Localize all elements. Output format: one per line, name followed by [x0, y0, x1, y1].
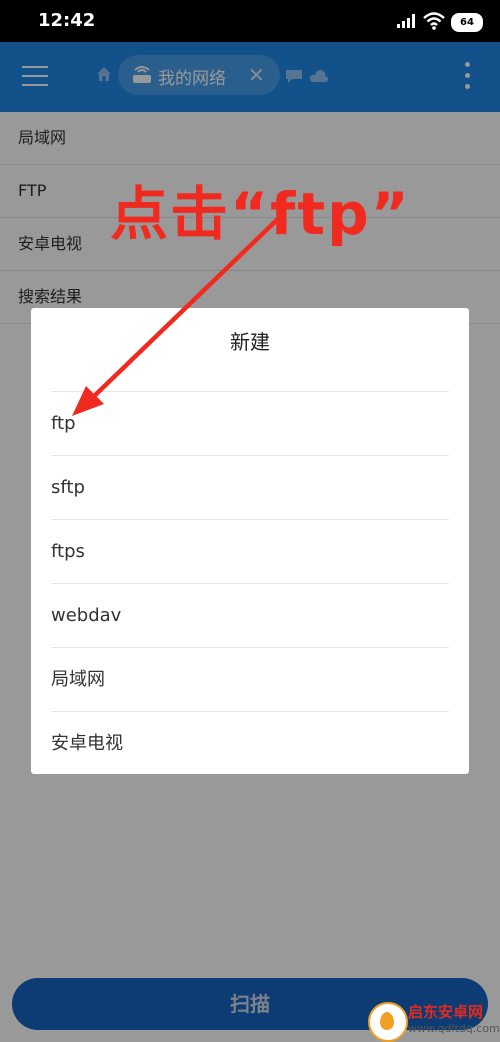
watermark-title: 启东安卓网 — [408, 1003, 484, 1021]
annotation-arrow-icon — [72, 212, 285, 416]
watermark-url: www.qdltdq.com — [408, 1022, 500, 1035]
watermark: 启东安卓网 www.qdltdq.com — [358, 997, 500, 1042]
watermark-logo-icon — [368, 1002, 408, 1042]
